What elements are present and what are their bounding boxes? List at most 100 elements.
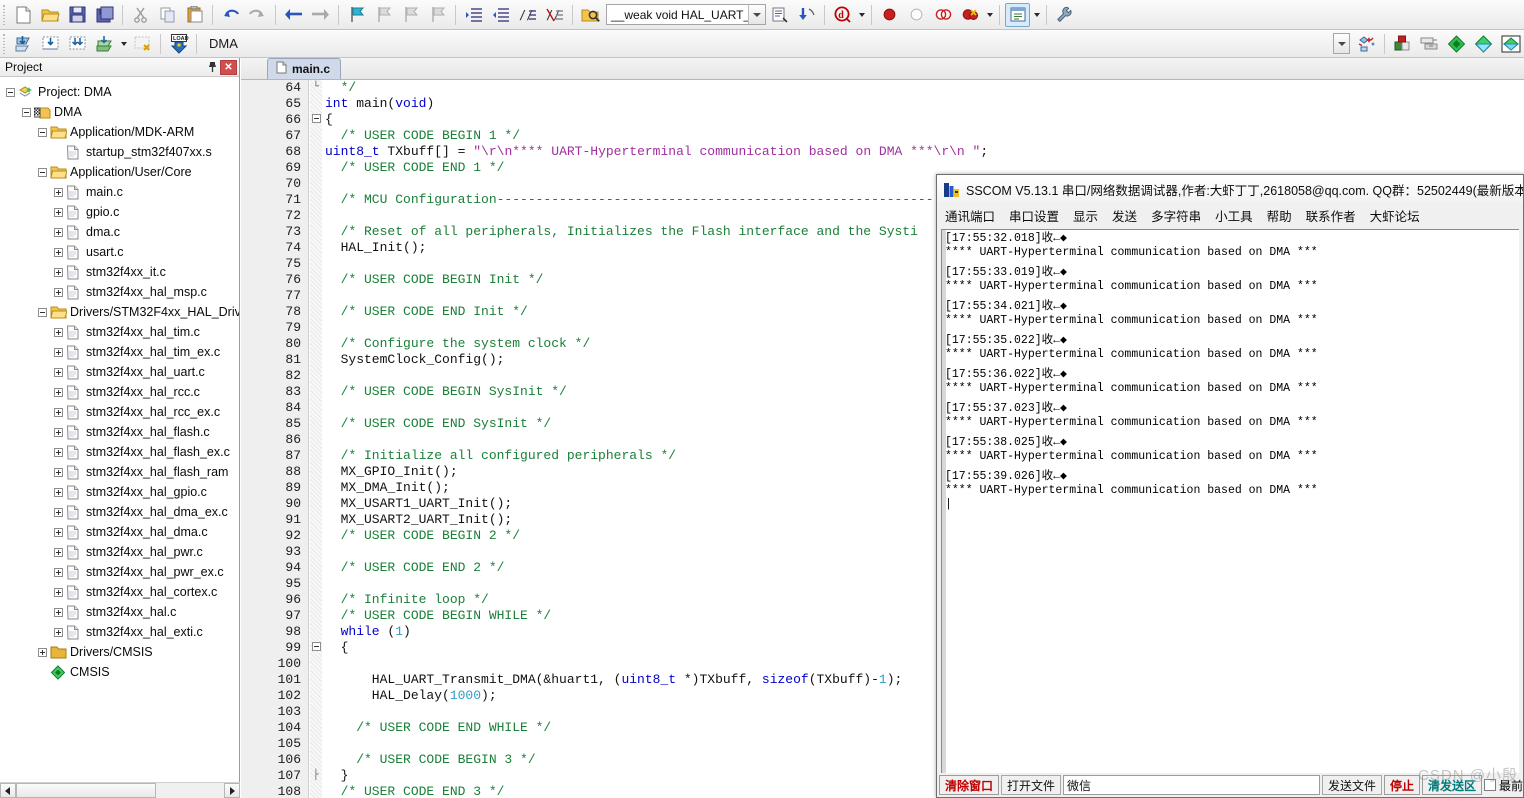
clear-send-area-button[interactable]: 清发送区 bbox=[1421, 775, 1482, 795]
navigate-back-icon[interactable] bbox=[281, 3, 306, 27]
tree-expander-plus-icon[interactable] bbox=[54, 227, 63, 237]
tree-expander-plus-icon[interactable] bbox=[54, 487, 63, 497]
build-icon[interactable] bbox=[38, 32, 63, 56]
disable-all-breakpoints-icon[interactable] bbox=[931, 3, 956, 27]
sscom-window[interactable]: SSCOM V5.13.1 串口/网络数据调试器,作者:大虾丁丁,2618058… bbox=[936, 174, 1524, 798]
paste-icon[interactable] bbox=[182, 3, 207, 27]
bookmark-toggle-icon[interactable] bbox=[344, 3, 369, 27]
tree-expander-plus-icon[interactable] bbox=[54, 247, 63, 257]
code-fold-toggle-icon[interactable] bbox=[310, 112, 322, 128]
tree-item[interactable]: stm32f4xx_hal_tim.c bbox=[0, 322, 239, 342]
chevron-down-icon[interactable] bbox=[118, 32, 129, 56]
browse-icon[interactable] bbox=[578, 3, 603, 27]
select-software-packs-icon[interactable] bbox=[1471, 32, 1496, 56]
pack-installer-icon[interactable] bbox=[1444, 32, 1469, 56]
undo-icon[interactable] bbox=[218, 3, 243, 27]
toolbar-grip[interactable] bbox=[1, 3, 8, 26]
tree-expander-minus-icon[interactable] bbox=[38, 307, 47, 317]
save-all-icon[interactable] bbox=[92, 3, 117, 27]
open-file-button[interactable]: 打开文件 bbox=[1001, 775, 1062, 795]
tree-item[interactable]: startup_stm32f407xx.s bbox=[0, 142, 239, 162]
tree-expander-minus-icon[interactable] bbox=[22, 107, 31, 117]
goto-definition-icon[interactable] bbox=[794, 3, 819, 27]
sscom-menu-item[interactable]: 小工具 bbox=[1215, 206, 1253, 225]
project-tree-hscrollbar[interactable] bbox=[0, 782, 240, 798]
toolbar-grip[interactable] bbox=[1, 32, 8, 55]
indent-increase-icon[interactable] bbox=[461, 3, 486, 27]
tree-item[interactable]: Project: DMA bbox=[0, 82, 239, 102]
topmost-checkbox[interactable]: 最前 bbox=[1483, 777, 1523, 794]
batch-build-icon[interactable] bbox=[92, 32, 117, 56]
tree-item[interactable]: stm32f4xx_hal_pwr_ex.c bbox=[0, 562, 239, 582]
bookmark-next-icon[interactable] bbox=[398, 3, 423, 27]
scroll-right-button[interactable] bbox=[224, 783, 240, 798]
tree-expander-plus-icon[interactable] bbox=[54, 607, 63, 617]
tree-item[interactable]: stm32f4xx_hal.c bbox=[0, 602, 239, 622]
tree-item[interactable]: dma.c bbox=[0, 222, 239, 242]
tree-expander-plus-icon[interactable] bbox=[54, 407, 63, 417]
tree-item[interactable]: Application/MDK-ARM bbox=[0, 122, 239, 142]
tree-item[interactable]: stm32f4xx_hal_rcc_ex.c bbox=[0, 402, 239, 422]
save-icon[interactable] bbox=[65, 3, 90, 27]
checkbox-box[interactable] bbox=[1483, 779, 1496, 791]
tree-expander-minus-icon[interactable] bbox=[38, 167, 47, 177]
tree-item[interactable]: stm32f4xx_hal_cortex.c bbox=[0, 582, 239, 602]
pin-icon[interactable] bbox=[204, 59, 220, 75]
target-options-icon[interactable] bbox=[1354, 32, 1379, 56]
code-fold-toggle-icon[interactable] bbox=[310, 640, 322, 656]
configure-icon[interactable] bbox=[1052, 3, 1077, 27]
function-list-icon[interactable] bbox=[767, 3, 792, 27]
tree-expander-plus-icon[interactable] bbox=[54, 287, 63, 297]
bookmark-clear-icon[interactable] bbox=[425, 3, 450, 27]
tree-expander-plus-icon[interactable] bbox=[54, 427, 63, 437]
tree-item[interactable]: stm32f4xx_hal_dma_ex.c bbox=[0, 502, 239, 522]
file-path-input[interactable]: 微信 bbox=[1063, 775, 1320, 795]
chevron-down-icon[interactable] bbox=[984, 3, 995, 27]
navigate-forward-icon[interactable] bbox=[308, 3, 333, 27]
tree-item[interactable]: main.c bbox=[0, 182, 239, 202]
tree-expander-plus-icon[interactable] bbox=[54, 187, 63, 197]
tree-item[interactable]: Drivers/STM32F4xx_HAL_Driv bbox=[0, 302, 239, 322]
sscom-titlebar[interactable]: SSCOM V5.13.1 串口/网络数据调试器,作者:大虾丁丁,2618058… bbox=[937, 175, 1523, 203]
tree-item[interactable]: usart.c bbox=[0, 242, 239, 262]
sscom-menu-item[interactable]: 串口设置 bbox=[1009, 206, 1059, 225]
hscroll-thumb[interactable] bbox=[16, 783, 156, 798]
tree-item[interactable]: stm32f4xx_hal_dma.c bbox=[0, 522, 239, 542]
translate-icon[interactable] bbox=[11, 32, 36, 56]
tree-expander-plus-icon[interactable] bbox=[54, 367, 63, 377]
tree-item[interactable]: stm32f4xx_hal_uart.c bbox=[0, 362, 239, 382]
tree-expander-plus-icon[interactable] bbox=[54, 347, 63, 357]
bookmark-prev-icon[interactable] bbox=[371, 3, 396, 27]
tree-expander-plus-icon[interactable] bbox=[54, 507, 63, 517]
tree-expander-plus-icon[interactable] bbox=[54, 627, 63, 637]
clear-window-button[interactable]: 清除窗口 bbox=[939, 775, 1000, 795]
tree-expander-plus-icon[interactable] bbox=[54, 267, 63, 277]
tree-item[interactable]: CMSIS bbox=[0, 662, 239, 682]
open-file-icon[interactable] bbox=[38, 3, 63, 27]
comment-icon[interactable]: // bbox=[515, 3, 540, 27]
tree-expander-plus-icon[interactable] bbox=[54, 527, 63, 537]
tree-item[interactable]: gpio.c bbox=[0, 202, 239, 222]
copy-icon[interactable] bbox=[155, 3, 180, 27]
download-icon[interactable]: LOAD bbox=[166, 32, 191, 56]
tree-item[interactable]: stm32f4xx_hal_pwr.c bbox=[0, 542, 239, 562]
tree-expander-plus-icon[interactable] bbox=[54, 467, 63, 477]
tree-item[interactable]: DMA bbox=[0, 102, 239, 122]
tree-expander-plus-icon[interactable] bbox=[38, 647, 47, 657]
tree-item[interactable]: stm32f4xx_hal_tim_ex.c bbox=[0, 342, 239, 362]
uncomment-icon[interactable]: // bbox=[542, 3, 567, 27]
function-combo[interactable]: __weak void HAL_UART_A bbox=[606, 4, 766, 25]
cut-icon[interactable] bbox=[128, 3, 153, 27]
manage-components-icon[interactable] bbox=[1390, 32, 1415, 56]
new-file-icon[interactable] bbox=[11, 3, 36, 27]
tree-expander-plus-icon[interactable] bbox=[54, 387, 63, 397]
tree-expander-plus-icon[interactable] bbox=[54, 587, 63, 597]
send-file-button[interactable]: 发送文件 bbox=[1321, 775, 1382, 795]
sscom-menu-item[interactable]: 发送 bbox=[1112, 206, 1137, 225]
tree-expander-plus-icon[interactable] bbox=[54, 447, 63, 457]
scroll-left-button[interactable] bbox=[0, 783, 16, 798]
stop-button[interactable]: 停止 bbox=[1383, 775, 1420, 795]
tree-item[interactable]: stm32f4xx_hal_gpio.c bbox=[0, 482, 239, 502]
tree-item[interactable]: Drivers/CMSIS bbox=[0, 642, 239, 662]
tree-item[interactable]: stm32f4xx_hal_flash_ram bbox=[0, 462, 239, 482]
